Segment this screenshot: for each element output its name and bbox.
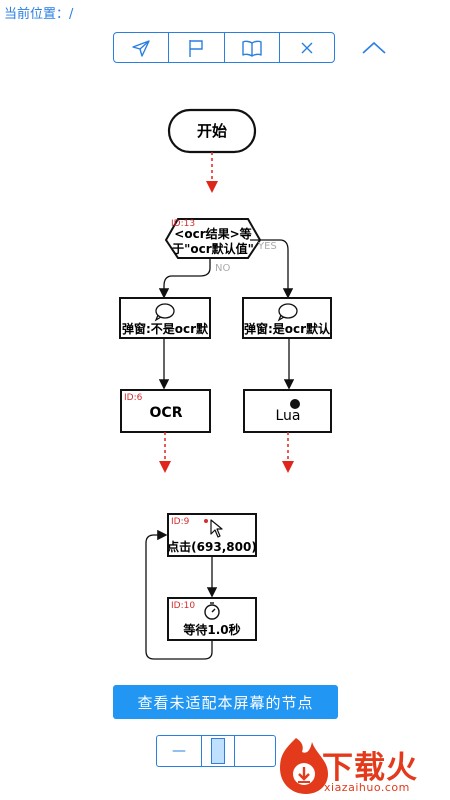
wait-node-label: 等待1.0秒 <box>182 622 240 637</box>
no-branch-label: NO <box>215 263 230 274</box>
popup-node-left[interactable]: 弹窗:不是ocr默 <box>119 297 211 339</box>
start-node-label: 开始 <box>197 122 227 140</box>
wait-node[interactable]: ID:10 等待1.0秒 <box>167 597 257 641</box>
ocr-node[interactable]: ID:6 OCR <box>120 389 211 433</box>
wait-node-id: ID:10 <box>171 601 195 611</box>
click-node-id: ID:9 <box>171 517 190 527</box>
zoom-slider-thumb[interactable] <box>211 738 225 764</box>
view-unadapted-nodes-button[interactable]: 查看未适配本屏幕的节点 <box>113 685 338 719</box>
decision-node[interactable]: ID:13 <ocr结果>等 于"ocr默认值" <box>164 218 262 259</box>
popup-node-right[interactable]: 弹窗:是ocr默认 <box>242 297 332 339</box>
flowchart-canvas: 开始 ID:13 <ocr结果>等 于"ocr默认值" YES NO 弹窗:不是… <box>119 108 332 660</box>
zoom-control: — <box>156 735 276 767</box>
lua-node[interactable]: Lua <box>243 389 332 433</box>
click-node[interactable]: ID:9 点击(693,800) <box>167 513 257 557</box>
zoom-slider[interactable] <box>202 736 235 766</box>
zoom-out-button[interactable]: — <box>157 736 202 766</box>
decision-line1: <ocr结果>等 <box>174 226 251 241</box>
start-node[interactable]: 开始 <box>167 108 257 154</box>
popup-left-label: 弹窗:不是ocr默 <box>122 321 209 336</box>
yes-branch-label: YES <box>257 241 277 252</box>
click-node-label: 点击(693,800) <box>167 539 257 554</box>
lua-node-label: Lua <box>275 408 300 424</box>
ocr-node-id: ID:6 <box>124 393 143 403</box>
no-branch-connector <box>158 258 211 299</box>
decision-line2: 于"ocr默认值" <box>172 241 254 256</box>
popup-right-label: 弹窗:是ocr默认 <box>244 321 331 336</box>
watermark-url: xiazaihuo.com <box>324 781 410 794</box>
ocr-node-label: OCR <box>150 405 183 421</box>
